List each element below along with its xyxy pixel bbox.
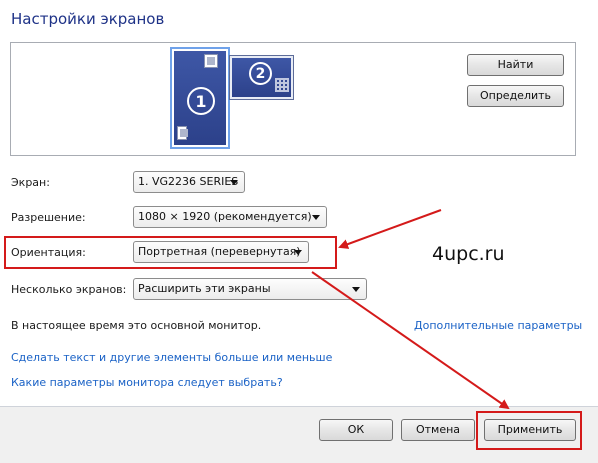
advanced-settings-link[interactable]: Дополнительные параметры (414, 319, 582, 332)
orientation-select-value: Портретная (перевернутая) (138, 245, 301, 258)
monitor-1-number: 1 (187, 87, 215, 115)
resolution-select-value: 1080 × 1920 (рекомендуется) (138, 210, 312, 223)
chevron-down-icon (294, 250, 302, 255)
screen-select-value: 1. VG2236 SERIES (138, 175, 239, 188)
monitor-2-number: 2 (249, 62, 272, 85)
monitor-2-thumbnail[interactable]: 2 (229, 55, 294, 100)
window-thumbnail-icon (177, 126, 188, 140)
which-settings-link[interactable]: Какие параметры монитора следует выбрать… (11, 376, 283, 389)
screen-label: Экран: (11, 176, 50, 189)
resolution-label: Разрешение: (11, 211, 86, 224)
ok-button[interactable]: ОК (319, 419, 393, 441)
cancel-button[interactable]: Отмена (401, 419, 475, 441)
identify-button[interactable]: Определить (467, 85, 564, 107)
apply-button[interactable]: Применить (484, 419, 576, 441)
screen-select[interactable]: 1. VG2236 SERIES (133, 171, 245, 193)
status-text: В настоящее время это основной монитор. (11, 319, 262, 332)
monitor-1-thumbnail[interactable]: 1 (170, 47, 230, 149)
arrow-to-orientation (338, 209, 442, 249)
resolution-select[interactable]: 1080 × 1920 (рекомендуется) (133, 206, 327, 228)
watermark: 4upc.ru (432, 243, 505, 265)
chevron-down-icon (312, 215, 320, 220)
multiple-displays-select[interactable]: Расширить эти экраны (133, 278, 367, 300)
multiple-displays-label: Несколько экранов: (11, 283, 127, 296)
window-title: Настройки экранов (11, 10, 165, 28)
orientation-select[interactable]: Портретная (перевернутая) (133, 241, 309, 263)
orientation-label: Ориентация: (11, 246, 86, 259)
chevron-down-icon (230, 180, 238, 185)
chevron-down-icon (352, 287, 360, 292)
multiple-displays-select-value: Расширить эти экраны (138, 282, 271, 295)
window-thumbnail-icon (204, 54, 218, 68)
text-size-link[interactable]: Сделать текст и другие элементы больше и… (11, 351, 332, 364)
grid-icon (275, 78, 289, 92)
find-button[interactable]: Найти (467, 54, 564, 76)
